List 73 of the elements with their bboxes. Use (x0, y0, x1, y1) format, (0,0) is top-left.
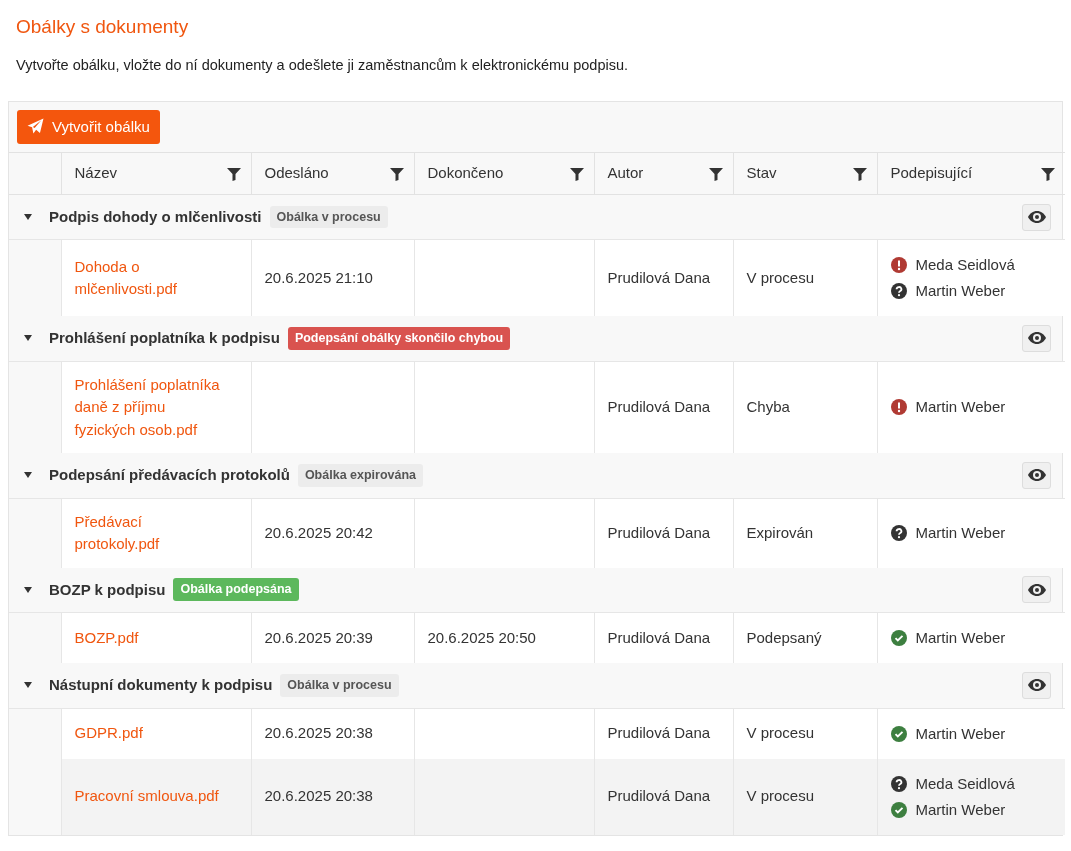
table-cell: 20.6.2025 21:10 (264, 268, 373, 286)
group-title: Nástupní dokumenty k podpisu (49, 675, 273, 696)
check-icon (890, 630, 907, 647)
status-badge: Obálka v procesu (280, 673, 399, 697)
table-cell: V procesu (746, 268, 815, 286)
view-button[interactable] (1022, 324, 1051, 352)
table-cell: Prudilová Dana (607, 628, 711, 646)
view-button[interactable] (1022, 461, 1051, 489)
group-title: Podepsání předávacích protokolů (49, 465, 290, 486)
table-cell: 20.6.2025 20:50 (427, 628, 536, 646)
table-cell: 20.6.2025 20:38 (264, 787, 373, 805)
question-icon (890, 525, 907, 542)
question-icon (890, 775, 907, 792)
filter-icon[interactable] (852, 166, 867, 181)
filter-icon[interactable] (1041, 166, 1055, 181)
eye-icon (1027, 469, 1046, 482)
status-badge: Obálka v procesu (269, 205, 388, 229)
create-envelope-button[interactable]: Vytvořit obálku (17, 109, 160, 145)
filter-icon[interactable] (389, 166, 404, 181)
filter-icon[interactable] (226, 166, 241, 181)
table-cell: Prudilová Dana (607, 398, 711, 416)
caret-icon[interactable] (23, 471, 33, 480)
table-cell: 20.6.2025 20:42 (264, 523, 373, 541)
paper-plane-icon (27, 118, 44, 136)
eye-icon (1027, 583, 1046, 596)
status-badge: Obálka podepsána (173, 578, 299, 602)
signer-name: Martin Weber (915, 629, 1006, 648)
view-button[interactable] (1022, 203, 1051, 231)
eye-icon (1027, 332, 1046, 345)
eye-icon (1027, 679, 1046, 692)
view-button[interactable] (1022, 671, 1051, 699)
signer-name: Meda Seidlová (915, 256, 1015, 275)
page-description: Vytvořte obálku, vložte do ní dokumenty a odešlete ji zaměstnancům k elektronickému podpisu. (16, 55, 629, 75)
table-cell: Prudilová Dana (607, 268, 711, 286)
exclamation-icon (890, 257, 907, 274)
signer-name: Martin Weber (915, 398, 1006, 417)
caret-icon[interactable] (23, 334, 33, 343)
signer-name: Martin Weber (915, 282, 1006, 301)
status-badge: Podepsání obálky skončilo chybou (287, 326, 511, 350)
eye-icon (1027, 211, 1046, 224)
signer-name: Martin Weber (915, 800, 1006, 819)
table-cell: Prudilová Dana (607, 787, 711, 805)
status-badge: Obálka expirována (297, 463, 424, 487)
page-title: Obálky s dokumenty (16, 16, 190, 39)
signer-name: Meda Seidlová (915, 774, 1015, 793)
column-header[interactable]: Autor (607, 162, 644, 185)
column-header[interactable]: Podepisující (890, 162, 973, 185)
table-cell: V procesu (746, 724, 815, 742)
view-button[interactable] (1022, 576, 1051, 604)
group-title: Podpis dohody o mlčenlivosti (49, 206, 262, 227)
column-header[interactable]: Stav (746, 162, 777, 185)
exclamation-icon (890, 399, 907, 416)
group-title: BOZP k podpisu (49, 579, 166, 600)
table-cell: 20.6.2025 20:38 (264, 724, 373, 742)
column-header[interactable]: Název (74, 162, 118, 185)
table-cell: 20.6.2025 20:39 (264, 628, 373, 646)
table-cell: Prudilová Dana (607, 523, 711, 541)
group-title: Prohlášení poplatníka k podpisu (49, 328, 280, 349)
table-cell: Podepsaný (746, 628, 822, 646)
caret-icon[interactable] (23, 681, 33, 690)
check-icon (890, 725, 907, 742)
caret-icon[interactable] (23, 213, 33, 222)
question-icon (890, 283, 907, 300)
table-cell: Chyba (746, 398, 790, 416)
signer-name: Martin Weber (915, 524, 1006, 543)
filter-icon[interactable] (708, 166, 723, 181)
check-icon (890, 801, 907, 818)
table-cell: V procesu (746, 787, 815, 805)
table-cell: Prudilová Dana (607, 724, 711, 742)
table-cell: Expirován (746, 523, 814, 541)
signer-name: Martin Weber (915, 724, 1006, 743)
caret-icon[interactable] (23, 585, 33, 594)
filter-icon[interactable] (569, 166, 584, 181)
